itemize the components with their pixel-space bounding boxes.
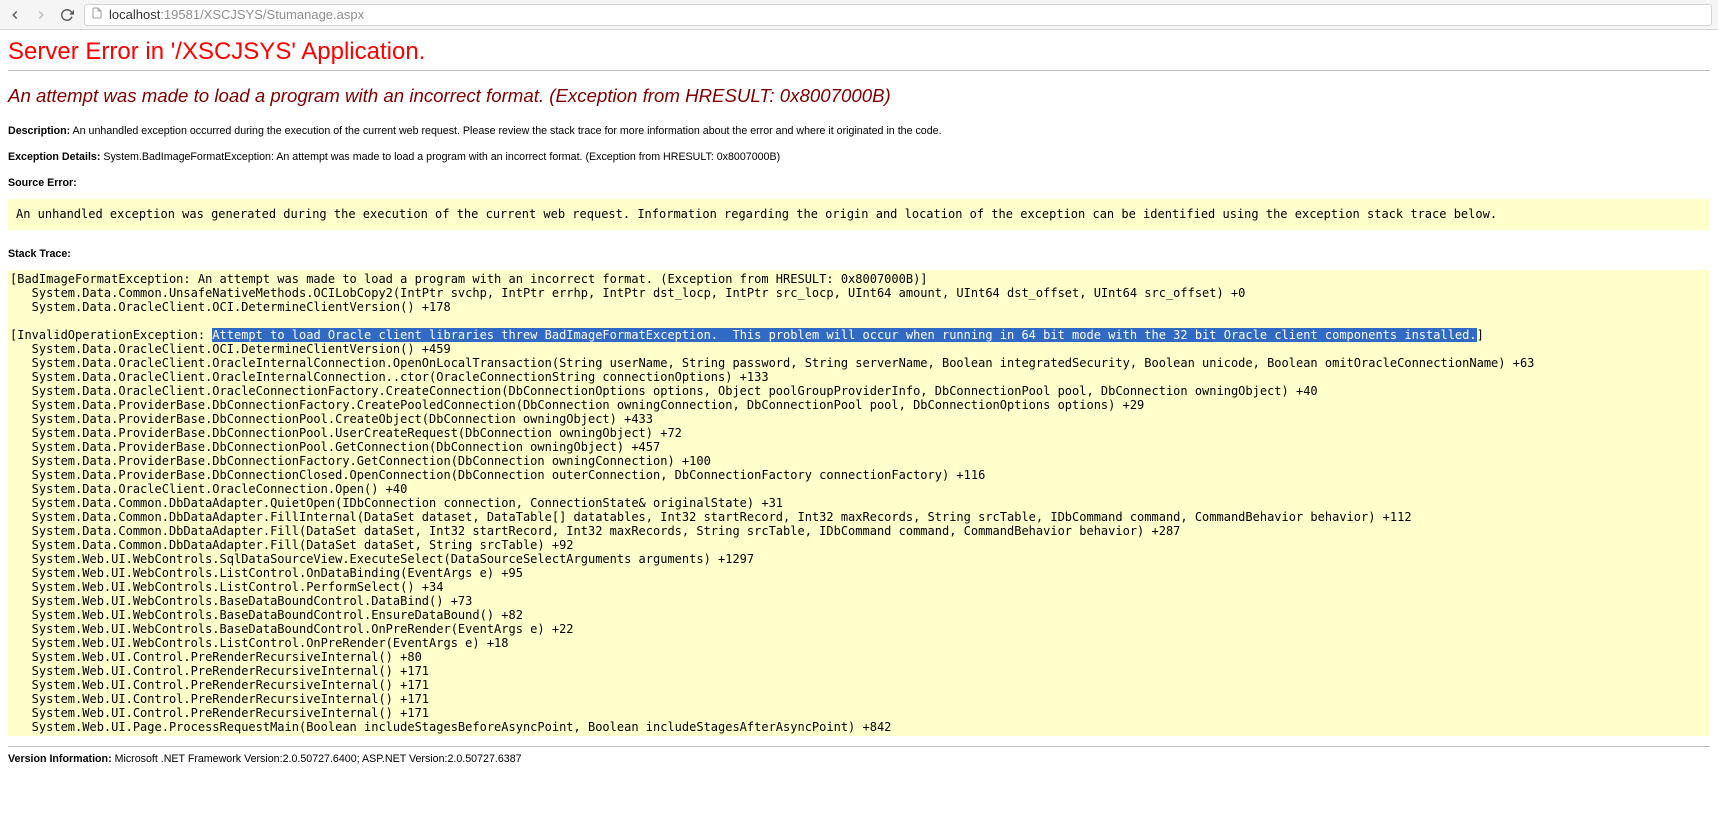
browser-toolbar: localhost:19581/XSCJSYS/Stumanage.aspx (0, 0, 1718, 30)
source-error-text: An unhandled exception was generated dur… (16, 207, 1497, 221)
version-info: Version Information: Microsoft .NET Fram… (8, 753, 1710, 765)
exception-details: Exception Details: System.BadImageFormat… (8, 151, 1710, 163)
stack-trace-block: [BadImageFormatException: An attempt was… (8, 270, 1710, 736)
error-subtitle: An attempt was made to load a program wi… (8, 85, 1710, 107)
description: Description: An unhandled exception occu… (8, 125, 1710, 137)
back-button[interactable] (6, 6, 24, 24)
version-text: Microsoft .NET Framework Version:2.0.507… (115, 753, 522, 765)
exception-details-text: System.BadImageFormatException: An attem… (103, 151, 780, 163)
forward-button[interactable] (32, 6, 50, 24)
error-title: Server Error in '/XSCJSYS' Application. (8, 38, 1710, 66)
page-icon (91, 7, 103, 22)
source-error-label: Source Error: (8, 177, 1710, 189)
url-bar[interactable]: localhost:19581/XSCJSYS/Stumanage.aspx (84, 4, 1712, 26)
version-label: Version Information: (8, 753, 112, 765)
exception-details-label: Exception Details: (8, 151, 100, 163)
stack-trace-label: Stack Trace: (8, 248, 1710, 260)
error-page-content: Server Error in '/XSCJSYS' Application. … (0, 30, 1718, 773)
description-text: An unhandled exception occurred during t… (73, 125, 942, 137)
highlighted-exception-text: Attempt to load Oracle client libraries … (212, 328, 1476, 342)
description-label: Description: (8, 125, 70, 137)
stack-trace-pre: [BadImageFormatException: An attempt was… (10, 272, 1708, 734)
url-text: localhost:19581/XSCJSYS/Stumanage.aspx (109, 7, 364, 22)
bottom-divider (8, 746, 1710, 747)
title-divider (8, 70, 1710, 71)
reload-button[interactable] (58, 6, 76, 24)
source-error-block: An unhandled exception was generated dur… (8, 199, 1710, 230)
